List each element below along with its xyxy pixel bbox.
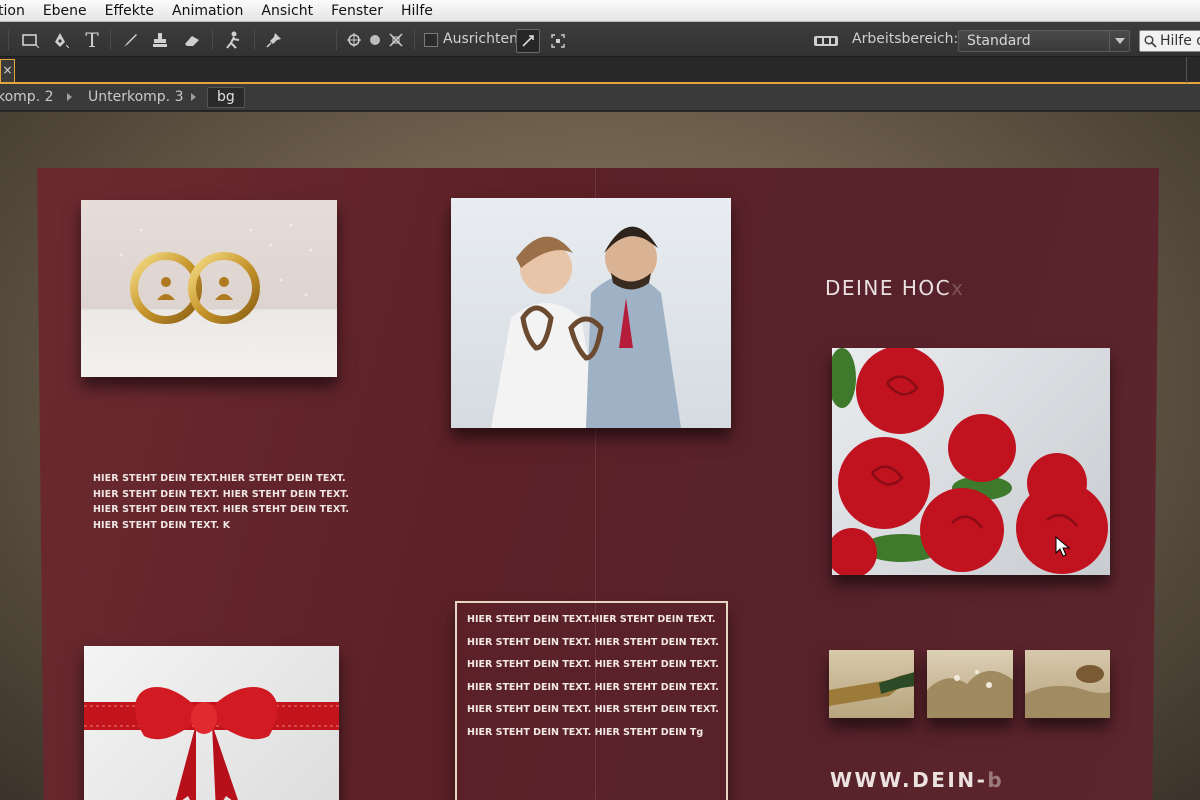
headline-cursor-ghost: x <box>951 276 965 300</box>
menu-item-ansicht[interactable]: Ansicht <box>252 0 322 22</box>
composition-viewer[interactable]: HIER STEHT DEIN TEXT.HIER STEHT DEIN TEX… <box>0 112 1200 800</box>
text-line: HIER STEHT DEIN TEXT. K <box>93 519 231 531</box>
toolbar-divider <box>8 30 9 50</box>
text-line: HIER STEHT DEIN TEXT. HIER STEHT DEIN Tg <box>467 726 704 738</box>
url-main: WWW.DEIN- <box>830 768 988 792</box>
roto-brush-icon[interactable] <box>220 28 246 52</box>
composition-tab-strip: × <box>0 57 1200 84</box>
toolbar-divider <box>336 30 337 50</box>
breadcrumb-arrow-icon <box>191 93 196 101</box>
panel-menu-handle[interactable] <box>1186 57 1196 83</box>
toolbar-divider <box>212 30 213 50</box>
after-effects-window: tion Ebene Effekte Animation Ansicht Fen… <box>0 0 1200 800</box>
composition-breadcrumb: komp. 2 Unterkomp. 3 bg <box>0 84 1200 111</box>
brush-tool-icon[interactable] <box>118 28 142 52</box>
workspace-value: Standard <box>967 33 1031 49</box>
search-icon <box>1144 35 1157 48</box>
clone-stamp-icon[interactable] <box>148 28 172 52</box>
toolbar-divider <box>110 30 111 50</box>
toolbar-divider <box>414 30 415 50</box>
breadcrumb-item-komp2[interactable]: komp. 2 <box>0 89 54 105</box>
mouse-cursor-icon <box>1055 536 1071 557</box>
pen-tool-icon[interactable] <box>48 28 72 52</box>
help-search-text: Hilfe d <box>1160 33 1200 49</box>
text-line: HIER STEHT DEIN TEXT. HIER STEHT DEIN TE… <box>93 488 350 500</box>
world-axis-icon[interactable] <box>366 28 384 52</box>
menu-item-hilfe[interactable]: Hilfe <box>392 0 442 22</box>
wedding-rings-image <box>81 200 337 377</box>
text-line: HIER STEHT DEIN TEXT. HIER STEHT DEIN TE… <box>467 704 719 715</box>
text-line: HIER STEHT DEIN TEXT. HIER STEHT DEIN TE… <box>93 504 350 515</box>
view-axis-icon[interactable] <box>386 28 406 52</box>
text-line: HIER STEHT DEIN TEXT. HIER STEHT DEIN TE… <box>467 636 719 648</box>
headline-text: DEINE HOCx <box>825 276 964 300</box>
text-line: HIER STEHT DEIN TEXT. HIER STEHT DEIN TE… <box>467 659 719 670</box>
wedding-couple-photo <box>451 198 731 428</box>
snap-icon[interactable] <box>516 29 540 53</box>
toolbar-divider <box>254 30 255 50</box>
breadcrumb-arrow-icon <box>67 93 72 101</box>
text-line: HIER STEHT DEIN TEXT. HIER STEHT DEIN TE… <box>467 681 719 693</box>
menu-item-ebene[interactable]: Ebene <box>34 0 96 22</box>
workspace-dropdown[interactable]: Standard <box>958 30 1130 52</box>
champagne-splash-thumbnail <box>927 650 1013 718</box>
left-text-block: HIER STEHT DEIN TEXT.HIER STEHT DEIN TEX… <box>93 471 349 533</box>
menu-item-fenster[interactable]: Fenster <box>322 0 392 22</box>
menu-item-effekte[interactable]: Effekte <box>96 0 163 22</box>
puppet-pin-icon[interactable] <box>262 28 286 52</box>
framed-text-box: HIER STEHT DEIN TEXT.HIER STEHT DEIN TEX… <box>455 601 728 800</box>
menu-item-animation[interactable]: Animation <box>163 0 252 22</box>
text-tool-icon[interactable]: T <box>80 28 104 52</box>
url-cursor-ghost: b <box>987 768 1005 792</box>
workspace-icon[interactable] <box>812 29 840 53</box>
text-line: HIER STEHT DEIN TEXT.HIER STEHT DEIN TEX… <box>467 614 716 625</box>
menu-bar: tion Ebene Effekte Animation Ansicht Fen… <box>0 0 1200 22</box>
text-line: HIER STEHT DEIN TEXT.HIER STEHT DEIN TEX… <box>93 473 346 484</box>
website-url-text: WWW.DEIN-b <box>830 768 1004 792</box>
breadcrumb-item-unterkomp3[interactable]: Unterkomp. 3 <box>88 89 183 105</box>
champagne-bottle-thumbnail <box>829 650 914 718</box>
axis-mode-icon[interactable] <box>344 28 364 52</box>
breadcrumb-item-bg[interactable]: bg <box>207 87 245 108</box>
help-search-input[interactable]: Hilfe d <box>1139 30 1200 52</box>
brochure-layout: HIER STEHT DEIN TEXT.HIER STEHT DEIN TEX… <box>37 168 1159 800</box>
close-icon[interactable]: × <box>0 59 15 82</box>
extend-snap-icon[interactable] <box>546 29 570 53</box>
align-label: Ausrichten <box>443 31 518 47</box>
headline-main: DEINE HOC <box>825 276 952 300</box>
workspace-label: Arbeitsbereich: <box>852 31 959 47</box>
champagne-cork-thumbnail <box>1025 650 1110 718</box>
align-checkbox[interactable] <box>424 33 438 47</box>
red-bow-image <box>84 646 339 800</box>
menu-item-composition[interactable]: tion <box>0 0 34 22</box>
eraser-tool-icon[interactable] <box>180 28 204 52</box>
chevron-down-icon[interactable] <box>1109 31 1129 51</box>
rectangle-tool-icon[interactable] <box>18 28 42 52</box>
